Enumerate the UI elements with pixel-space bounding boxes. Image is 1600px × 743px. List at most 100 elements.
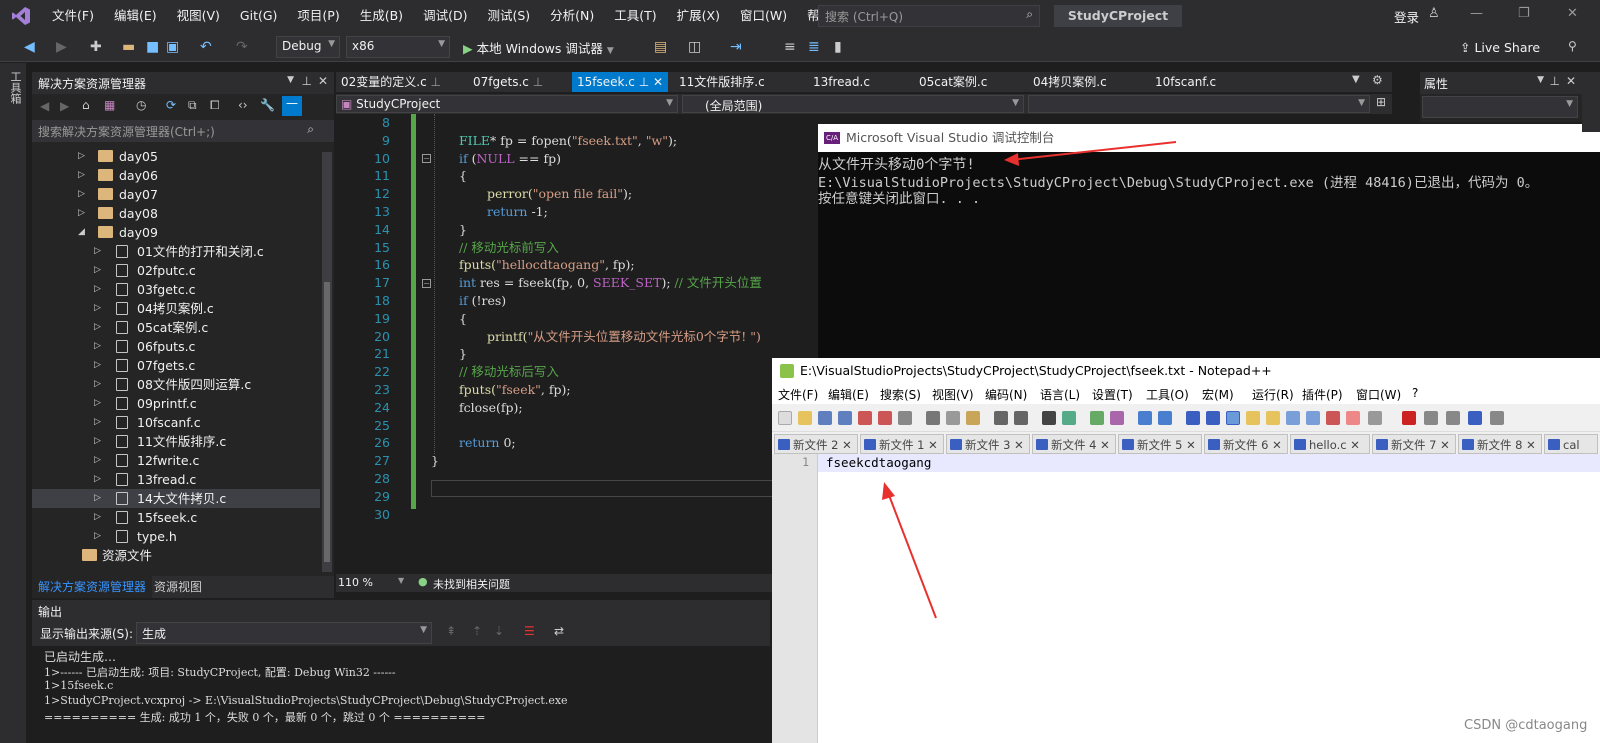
- output-source-select[interactable]: 生成 ▼: [136, 622, 432, 644]
- tree-file[interactable]: ▷ 08文件版四则运算.c: [32, 375, 320, 394]
- sync-icon[interactable]: ⟳: [166, 98, 176, 112]
- scrollbar-thumb[interactable]: [324, 282, 330, 562]
- notepad-window[interactable]: E:\VisualStudioProjects\StudyCProject\St…: [772, 358, 1600, 743]
- dropdown-icon[interactable]: ▼: [287, 75, 294, 85]
- pin-icon[interactable]: ⊥: [302, 74, 312, 88]
- save-icon[interactable]: [818, 411, 832, 425]
- print-icon[interactable]: [898, 411, 912, 425]
- prev-message-icon[interactable]: ⇡: [472, 624, 482, 638]
- show-all-icon[interactable]: ⧠: [210, 98, 220, 113]
- platform-select[interactable]: x86 ▼: [346, 36, 450, 58]
- play-macro-icon[interactable]: [1446, 411, 1460, 425]
- expand-icon[interactable]: ▷: [94, 451, 101, 470]
- properties-select[interactable]: ▼: [1422, 96, 1578, 118]
- debug-console-window[interactable]: C/A Microsoft Visual Studio 调试控制台 从文件开头移…: [818, 124, 1600, 359]
- editor-tab[interactable]: 04拷贝案例.c: [1028, 72, 1112, 92]
- tree-folder-day07[interactable]: ▷ day07: [32, 185, 320, 204]
- expand-icon[interactable]: ▷: [78, 147, 85, 166]
- paste-icon[interactable]: [966, 411, 980, 425]
- np-menu-tools[interactable]: 工具(O): [1146, 386, 1189, 403]
- find-message-icon[interactable]: ⇞: [446, 624, 456, 638]
- np-tab[interactable]: 新文件 5 ✕: [1118, 434, 1202, 454]
- pending-changes-icon[interactable]: ◷: [136, 98, 146, 112]
- fold-icon[interactable]: −: [422, 279, 431, 288]
- eye-icon[interactable]: [1368, 411, 1382, 425]
- cut-icon[interactable]: [926, 411, 940, 425]
- zoom-in-icon[interactable]: [1090, 411, 1104, 425]
- expand-icon[interactable]: ▷: [94, 489, 101, 508]
- np-menu-window[interactable]: 窗口(W): [1356, 386, 1401, 403]
- redo-icon[interactable]: [1014, 411, 1028, 425]
- member-nav-select[interactable]: ▼: [1028, 95, 1370, 113]
- new-file-icon[interactable]: [778, 411, 792, 425]
- tree-file[interactable]: ▷ 11文件版排序.c: [32, 432, 320, 451]
- tree-file[interactable]: ▷ 01文件的打开和关闭.c: [32, 242, 320, 261]
- np-menu-search[interactable]: 搜索(S): [880, 386, 921, 403]
- restore-icon[interactable]: ❐: [1518, 6, 1530, 21]
- stop-macro-icon[interactable]: [1424, 411, 1438, 425]
- menu-tools[interactable]: 工具(T): [604, 0, 666, 32]
- close-tab-icon[interactable]: ✕: [1100, 438, 1110, 452]
- split-icon[interactable]: ⊞: [1376, 95, 1386, 109]
- minimize-icon[interactable]: —: [1470, 6, 1483, 21]
- expand-icon[interactable]: ▷: [94, 508, 101, 527]
- np-tab[interactable]: 新文件 4 ✕: [1032, 434, 1116, 454]
- menu-project[interactable]: 项目(P): [287, 0, 349, 32]
- folder-icon[interactable]: ▤: [654, 39, 667, 55]
- clear-all-icon[interactable]: ☰: [524, 624, 535, 638]
- run-debugger-button[interactable]: ▶ 本地 Windows 调试器 ▼: [463, 38, 614, 57]
- expand-icon[interactable]: ▷: [94, 337, 101, 356]
- expand-icon[interactable]: ▷: [94, 318, 101, 337]
- tree-file[interactable]: ▷ 15fseek.c: [32, 508, 320, 527]
- np-tab[interactable]: 新文件 8 ✕: [1458, 434, 1542, 454]
- expand-icon[interactable]: ▷: [94, 432, 101, 451]
- preview-icon[interactable]: —: [282, 96, 302, 116]
- editor-tab[interactable]: 02变量的定义.c ⊥: [336, 72, 446, 92]
- code-icon[interactable]: ‹›: [238, 98, 248, 112]
- notepad-editor[interactable]: 1 fseekcdtaogang: [772, 454, 1600, 743]
- forward-icon[interactable]: ▶: [60, 99, 69, 113]
- pin-icon[interactable]: ⊥: [639, 75, 649, 89]
- np-menu-run[interactable]: 运行(R): [1252, 386, 1294, 403]
- tree-file[interactable]: ▷ 06fputs.c: [32, 337, 320, 356]
- doc-map-icon[interactable]: [1266, 411, 1280, 425]
- tab-resource-view[interactable]: 资源视图: [148, 576, 208, 598]
- undo-icon[interactable]: ↶: [200, 39, 212, 55]
- open-folder-icon[interactable]: ▬: [122, 39, 135, 55]
- comment-icon[interactable]: ≡: [784, 39, 796, 55]
- expand-icon[interactable]: ▷: [94, 470, 101, 489]
- menu-build[interactable]: 生成(B): [350, 0, 413, 32]
- live-share-button[interactable]: ⇪ Live Share: [1460, 40, 1540, 55]
- np-menu-plugins[interactable]: 插件(P): [1302, 386, 1343, 403]
- pin-icon[interactable]: ⊥: [533, 75, 543, 89]
- back-icon[interactable]: ◀: [40, 99, 49, 113]
- close-icon[interactable]: [858, 411, 872, 425]
- expand-icon[interactable]: ▷: [94, 280, 101, 299]
- np-tab[interactable]: cal: [1544, 434, 1598, 454]
- expand-icon[interactable]: ▷: [94, 261, 101, 280]
- record-macro-icon[interactable]: [1402, 411, 1416, 425]
- right-tool-strip[interactable]: [1582, 72, 1600, 132]
- next-message-icon[interactable]: ⇣: [494, 624, 504, 638]
- diagnostics-icon[interactable]: ◫: [688, 39, 701, 55]
- zoom-out-icon[interactable]: [1110, 411, 1124, 425]
- pin-icon[interactable]: ⊥: [1550, 74, 1560, 88]
- tree-file[interactable]: ▷ 04拷贝案例.c: [32, 299, 320, 318]
- close-tab-icon[interactable]: ✕: [1014, 438, 1024, 452]
- np-menu-language[interactable]: 语言(L): [1040, 386, 1080, 403]
- close-panel-icon[interactable]: ✕: [318, 74, 328, 88]
- login-button[interactable]: 登录: [1394, 7, 1419, 26]
- close-tab-icon[interactable]: ✕: [928, 438, 938, 452]
- menu-view[interactable]: 视图(V): [167, 0, 230, 32]
- close-tab-icon[interactable]: ✕: [1350, 438, 1360, 452]
- tree-file[interactable]: ▷ 07fgets.c: [32, 356, 320, 375]
- expand-icon[interactable]: ▷: [94, 299, 101, 318]
- uncomment-icon[interactable]: ≣: [808, 39, 820, 55]
- tree-file[interactable]: ▷ 03fgetc.c: [32, 280, 320, 299]
- word-wrap-icon[interactable]: ⇄: [554, 624, 564, 638]
- scope-nav-select[interactable]: (全局范围) ▼: [682, 95, 1024, 113]
- np-tab[interactable]: 新文件 1 ✕: [860, 434, 944, 454]
- menu-test[interactable]: 测试(S): [477, 0, 540, 32]
- expand-icon[interactable]: ▷: [94, 527, 101, 546]
- tree-file[interactable]: ▷ 10fscanf.c: [32, 413, 320, 432]
